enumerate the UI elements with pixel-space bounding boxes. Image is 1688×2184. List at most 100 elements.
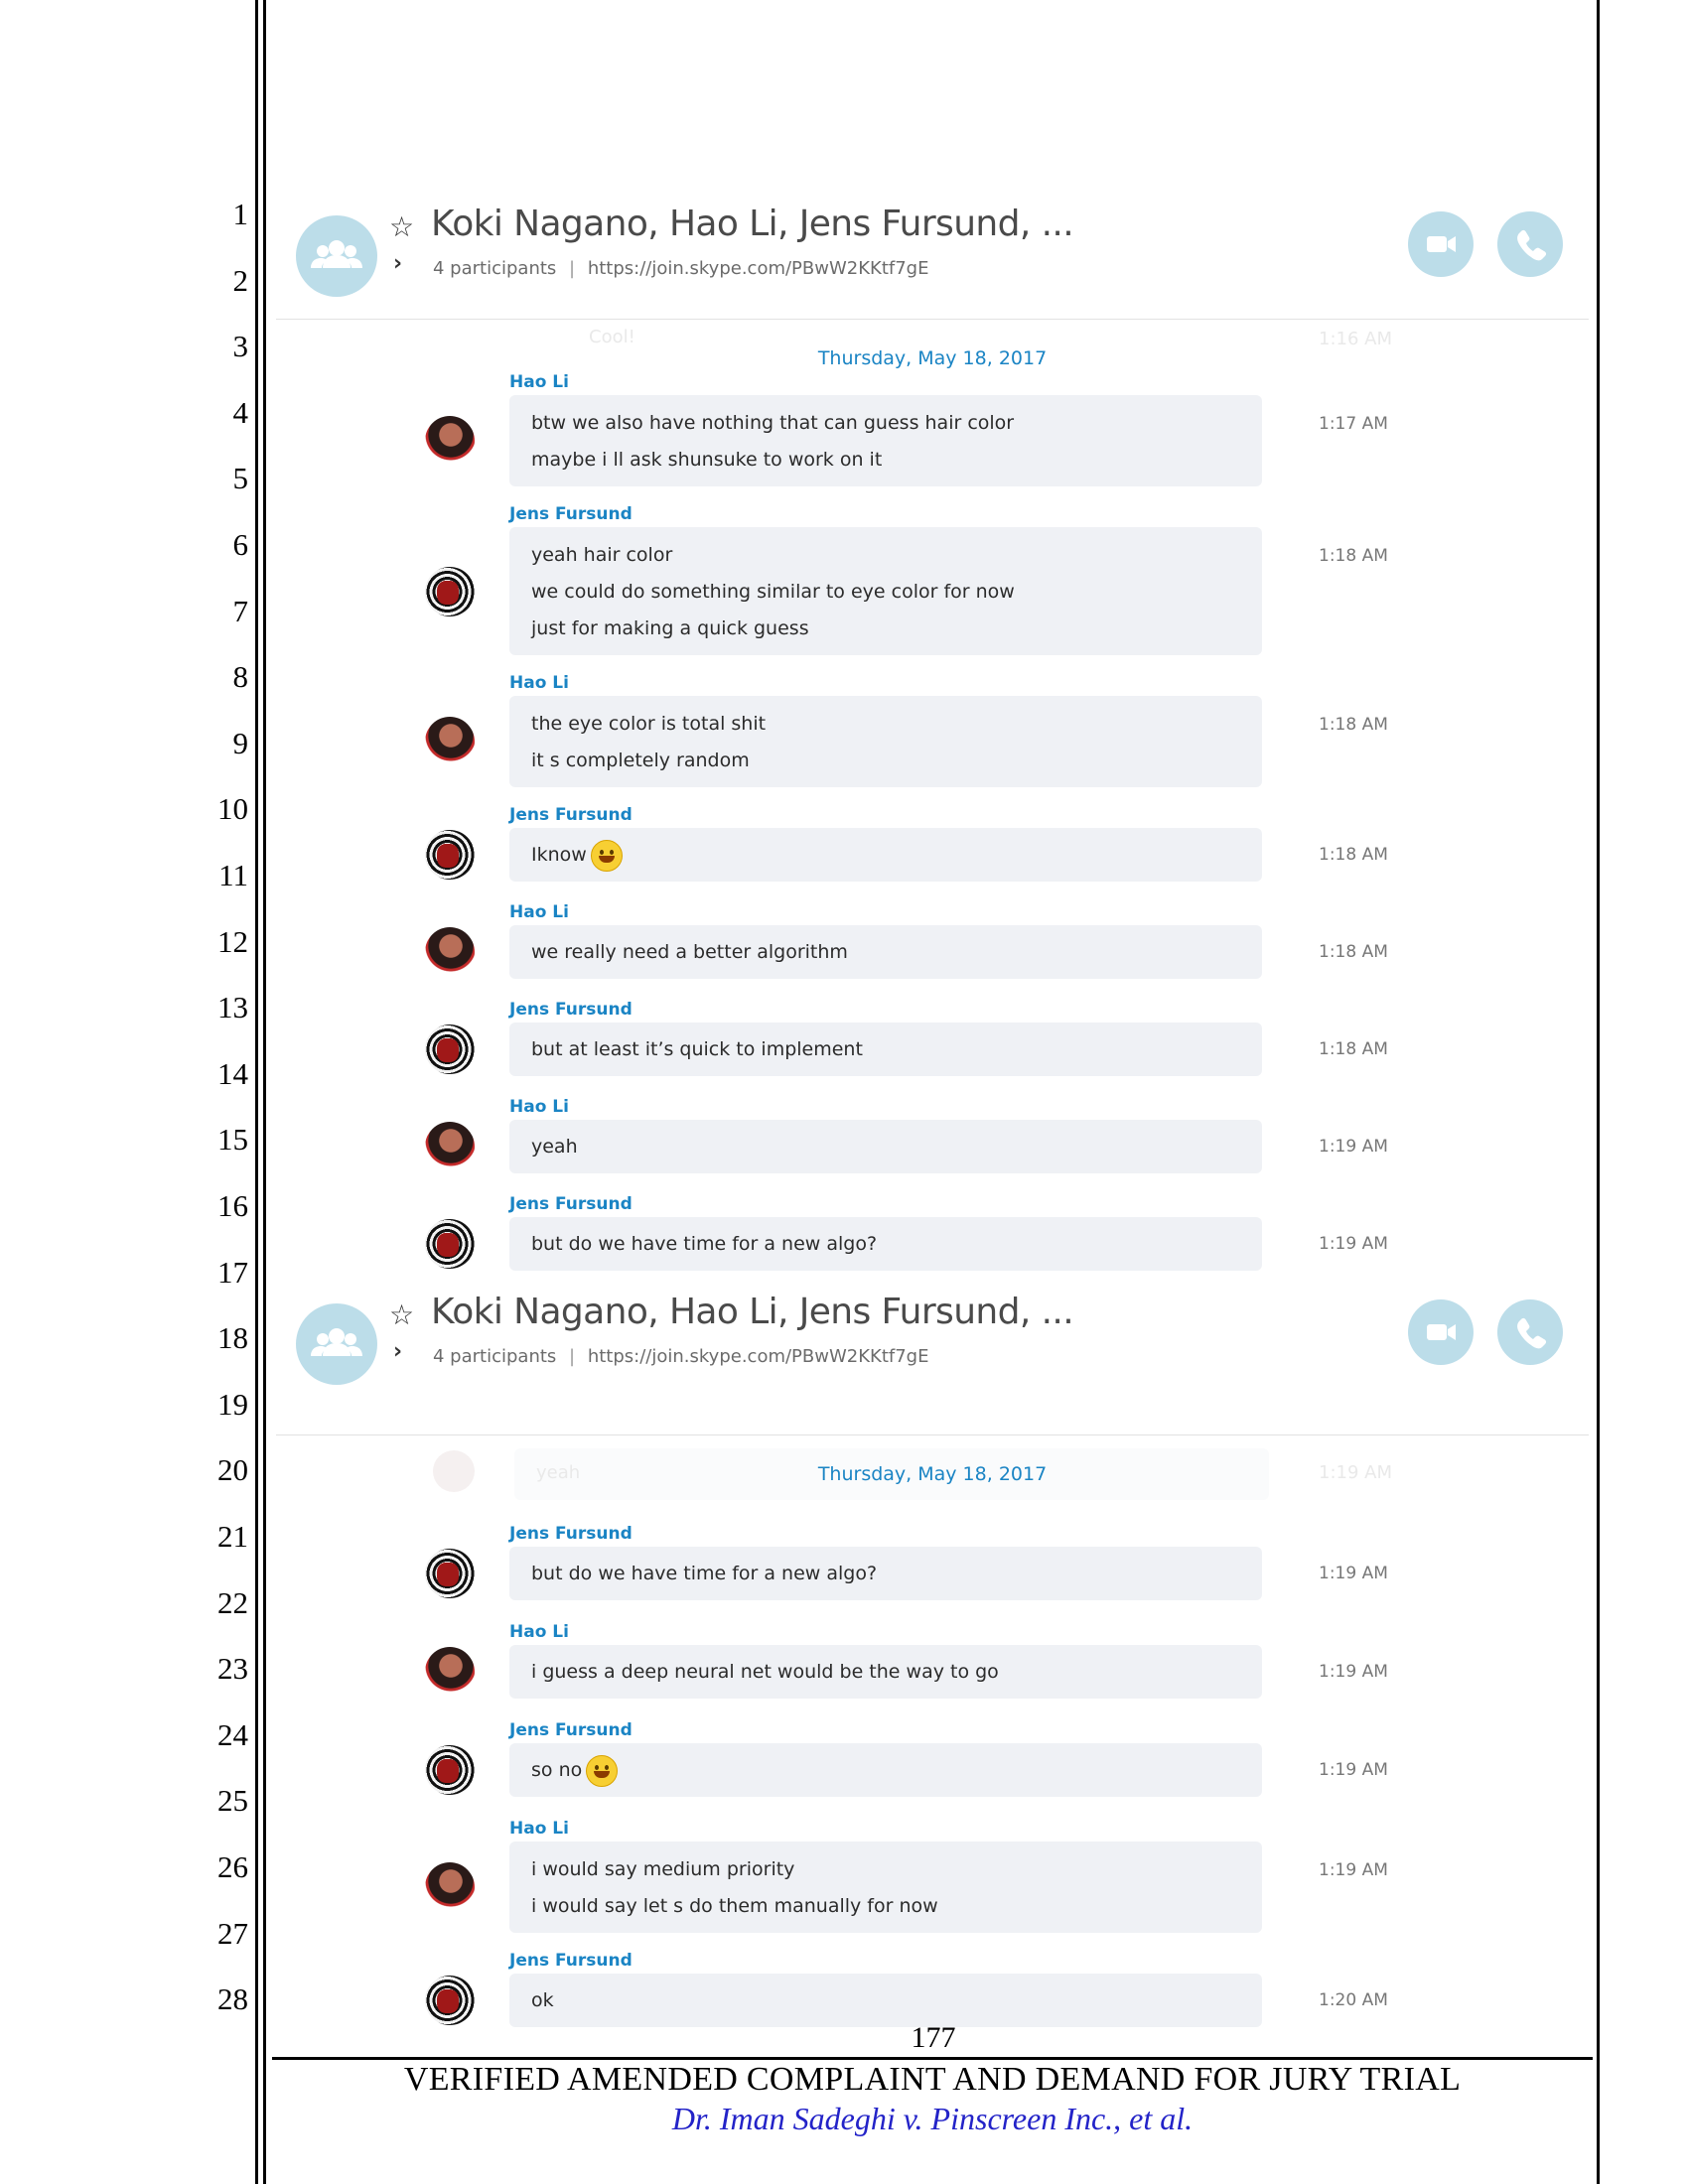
- message-line: the eye color is total shit: [531, 713, 767, 735]
- message-bubble[interactable]: i would say medium priority i would say l…: [509, 1842, 1262, 1933]
- message-timestamp: 1:19 AM: [1319, 1234, 1388, 1254]
- line-number: 11: [218, 858, 248, 892]
- message-timestamp: 1:19 AM: [1319, 1137, 1388, 1157]
- message-bubble[interactable]: yeah: [509, 1120, 1262, 1173]
- message-text: i would say let s do them manually for n…: [509, 1888, 1262, 1925]
- sender-name[interactable]: Hao Li: [509, 902, 569, 922]
- user-avatar[interactable]: [425, 1647, 475, 1697]
- message-bubble[interactable]: yeah hair color we could do something sim…: [509, 527, 1262, 655]
- sender-name[interactable]: Jens Fursund: [509, 1000, 633, 1020]
- user-avatar[interactable]: [425, 1745, 475, 1795]
- conversation-header-2: ☆ Koki Nagano, Hao Li, Jens Fursund, ...…: [276, 1292, 1589, 1401]
- user-avatar[interactable]: [425, 927, 475, 977]
- user-avatar[interactable]: [425, 1549, 475, 1598]
- participants-count-2[interactable]: 4 participants: [433, 1346, 556, 1367]
- sender-name[interactable]: Hao Li: [509, 1819, 569, 1839]
- sender-name[interactable]: Jens Fursund: [509, 1524, 633, 1544]
- star-icon[interactable]: ☆: [389, 213, 414, 241]
- sender-name[interactable]: Jens Fursund: [509, 504, 633, 524]
- subtitle-separator-2: |: [569, 1346, 576, 1367]
- line-number: 25: [217, 1783, 248, 1819]
- video-call-button-2[interactable]: [1408, 1299, 1474, 1365]
- user-avatar[interactable]: [425, 1024, 475, 1074]
- join-link[interactable]: https://join.skype.com/PBwW2KKtf7gE: [588, 258, 929, 279]
- line-number: 6: [232, 527, 249, 562]
- message-text: yeah: [509, 1129, 1262, 1165]
- line-number: 17: [217, 1254, 248, 1290]
- user-avatar[interactable]: [425, 1976, 475, 2025]
- user-avatar[interactable]: [425, 416, 475, 466]
- user-avatar[interactable]: [425, 566, 475, 616]
- message-line: i would say medium priority: [531, 1858, 795, 1880]
- message-line: i guess a deep neural net would be the w…: [531, 1661, 999, 1683]
- message-bubble[interactable]: ok: [509, 1974, 1262, 2027]
- chevron-right-icon[interactable]: ›: [393, 253, 402, 275]
- sender-name[interactable]: Hao Li: [509, 1097, 569, 1117]
- group-icon: [311, 240, 362, 268]
- sender-name[interactable]: Jens Fursund: [509, 805, 633, 825]
- message-timestamp: 1:19 AM: [1319, 1662, 1388, 1682]
- message-bubble[interactable]: btw we also have nothing that can guess …: [509, 395, 1262, 486]
- message-bubble[interactable]: Iknow: [509, 828, 1262, 882]
- user-avatar[interactable]: [425, 830, 475, 880]
- audio-call-button-2[interactable]: [1497, 1299, 1563, 1365]
- footer-rule: [272, 2057, 1593, 2060]
- message-line: but do we have time for a new algo?: [531, 1233, 878, 1255]
- message-text: but at least it’s quick to implement: [509, 1031, 1262, 1068]
- message-timestamp: 1:19 AM: [1319, 1564, 1388, 1583]
- message-text: but do we have time for a new algo?: [509, 1226, 1262, 1263]
- line-number: 4: [232, 394, 249, 430]
- user-avatar[interactable]: [425, 717, 475, 766]
- message-line: but at least it’s quick to implement: [531, 1038, 863, 1060]
- skype-screenshot-2: ☆ Koki Nagano, Hao Li, Jens Fursund, ...…: [276, 1292, 1589, 2046]
- conversation-subtitle: 4 participants | https://join.skype.com/…: [433, 258, 928, 279]
- message-text: but do we have time for a new algo?: [509, 1556, 1262, 1592]
- star-icon[interactable]: ☆: [389, 1301, 414, 1329]
- chevron-right-icon[interactable]: ›: [393, 1341, 402, 1363]
- message-line: yeah hair color: [531, 544, 673, 566]
- line-number: 24: [217, 1716, 248, 1752]
- user-avatar[interactable]: [425, 1862, 475, 1912]
- sender-name[interactable]: Hao Li: [509, 673, 569, 693]
- message-bubble[interactable]: but do we have time for a new algo?: [509, 1217, 1262, 1271]
- sender-name[interactable]: Hao Li: [509, 372, 569, 392]
- conversation-subtitle-2: 4 participants | https://join.skype.com/…: [433, 1346, 928, 1367]
- page-number: 177: [911, 2021, 956, 2054]
- line-number: 1: [232, 197, 249, 231]
- line-number: 14: [217, 1055, 248, 1091]
- message-line: i would say let s do them manually for n…: [531, 1895, 938, 1917]
- message-bubble[interactable]: we really need a better algorithm: [509, 925, 1262, 979]
- line-number: 10: [217, 791, 248, 827]
- join-link-2[interactable]: https://join.skype.com/PBwW2KKtf7gE: [588, 1346, 929, 1367]
- message-bubble[interactable]: so no: [509, 1743, 1262, 1797]
- line-number: 8: [232, 659, 249, 695]
- message-line: btw we also have nothing that can guess …: [531, 412, 1015, 434]
- message-bubble[interactable]: i guess a deep neural net would be the w…: [509, 1645, 1262, 1699]
- line-number: 3: [232, 329, 249, 364]
- message-timestamp: 1:19 AM: [1319, 1860, 1388, 1880]
- sender-name[interactable]: Jens Fursund: [509, 1194, 633, 1214]
- message-text: just for making a quick guess: [509, 611, 1262, 647]
- message-line: it s completely random: [531, 750, 750, 771]
- message-bubble[interactable]: but do we have time for a new algo?: [509, 1547, 1262, 1600]
- message-text: maybe i ll ask shunsuke to work on it: [509, 442, 1262, 478]
- video-call-button[interactable]: [1408, 211, 1474, 277]
- sender-name[interactable]: Hao Li: [509, 1622, 569, 1642]
- audio-call-button[interactable]: [1497, 211, 1563, 277]
- line-number: 7: [232, 593, 249, 628]
- message-line: ok: [531, 1989, 554, 2011]
- line-number: 18: [217, 1320, 248, 1356]
- phone-icon: [1517, 229, 1547, 261]
- user-avatar[interactable]: [425, 1219, 475, 1269]
- date-separator: Thursday, May 18, 2017: [817, 347, 1048, 369]
- sender-name[interactable]: Jens Fursund: [509, 1720, 633, 1740]
- grin-emoji: [586, 1754, 619, 1787]
- sender-name[interactable]: Jens Fursund: [509, 1951, 633, 1971]
- participants-count[interactable]: 4 participants: [433, 258, 556, 279]
- message-text: i would say medium priority: [509, 1851, 1262, 1888]
- message-timestamp: 1:18 AM: [1319, 546, 1388, 566]
- message-bubble[interactable]: the eye color is total shit it s complete…: [509, 696, 1262, 787]
- user-avatar[interactable]: [425, 1122, 475, 1171]
- faded-previous-time: 1:16 AM: [1319, 329, 1392, 349]
- message-bubble[interactable]: but at least it’s quick to implement: [509, 1023, 1262, 1076]
